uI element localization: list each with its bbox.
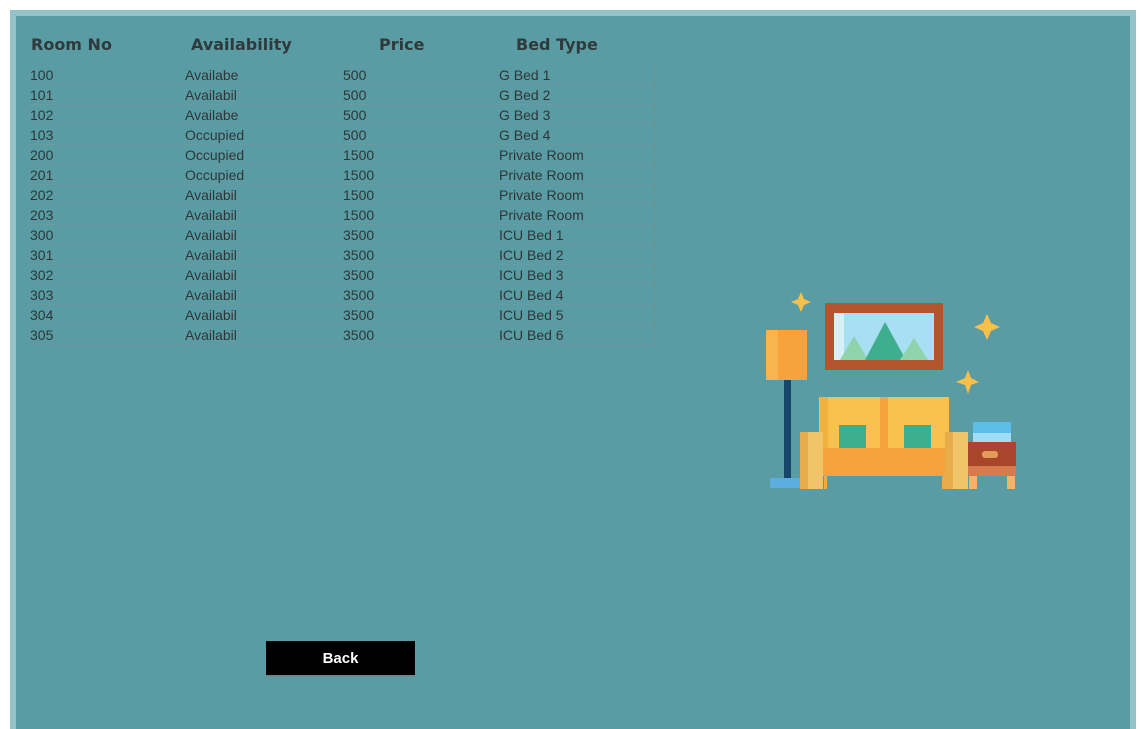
table-row[interactable]: 100 Availabe 500 G Bed 1 — [28, 65, 654, 85]
bed-type-cell: ICU Bed 3 — [499, 267, 564, 283]
availability-cell: Availabe — [185, 67, 239, 83]
table-row[interactable]: 301 Availabil 3500 ICU Bed 2 — [28, 245, 654, 265]
availability-cell: Availabil — [185, 187, 237, 203]
room-no-cell: 300 — [30, 227, 54, 243]
availability-cell: Occupied — [185, 147, 245, 163]
bed-type-cell: ICU Bed 5 — [499, 307, 564, 323]
table-row[interactable]: 305 Availabil 3500 ICU Bed 6 — [28, 325, 654, 345]
table-row[interactable]: 302 Availabil 3500 ICU Bed 3 — [28, 265, 654, 285]
price-cell: 3500 — [343, 227, 375, 243]
room-no-cell: 202 — [30, 187, 54, 203]
living-room-sofa-icon — [760, 288, 1020, 498]
price-cell: 1500 — [343, 207, 375, 223]
header-price: Price — [379, 35, 425, 54]
price-cell: 500 — [343, 87, 367, 103]
availability-cell: Availabe — [185, 107, 239, 123]
availability-cell: Availabil — [185, 227, 237, 243]
availability-cell: Availabil — [185, 87, 237, 103]
price-cell: 3500 — [343, 327, 375, 343]
price-cell: 1500 — [343, 187, 375, 203]
availability-cell: Availabil — [185, 327, 237, 343]
room-no-cell: 302 — [30, 267, 54, 283]
price-cell: 1500 — [343, 167, 375, 183]
room-no-cell: 102 — [30, 107, 54, 123]
bed-type-cell: Private Room — [499, 147, 584, 163]
bed-type-cell: Private Room — [499, 187, 584, 203]
price-cell: 3500 — [343, 247, 375, 263]
price-cell: 1500 — [343, 147, 375, 163]
availability-cell: Availabil — [185, 207, 237, 223]
bed-type-cell: Private Room — [499, 207, 584, 223]
bed-type-cell: ICU Bed 6 — [499, 327, 564, 343]
price-cell: 500 — [343, 107, 367, 123]
availability-cell: Availabil — [185, 287, 237, 303]
room-no-cell: 100 — [30, 67, 54, 83]
room-no-cell: 101 — [30, 87, 54, 103]
bed-type-cell: ICU Bed 4 — [499, 287, 564, 303]
availability-cell: Availabil — [185, 247, 237, 263]
room-no-cell: 200 — [30, 147, 54, 163]
bed-type-cell: ICU Bed 2 — [499, 247, 564, 263]
rooms-table[interactable]: 100 Availabe 500 G Bed 1 101 Availabil 500 G Be… — [28, 65, 655, 345]
availability-cell: Availabil — [185, 307, 237, 323]
table-row[interactable]: 202 Availabil 1500 Private Room — [28, 185, 654, 205]
price-cell: 3500 — [343, 307, 375, 323]
room-no-cell: 305 — [30, 327, 54, 343]
room-no-cell: 203 — [30, 207, 54, 223]
table-row[interactable]: 303 Availabil 3500 ICU Bed 4 — [28, 285, 654, 305]
price-cell: 3500 — [343, 267, 375, 283]
back-button[interactable]: Back — [266, 641, 415, 677]
availability-cell: Occupied — [185, 127, 245, 143]
table-row[interactable]: 300 Availabil 3500 ICU Bed 1 — [28, 225, 654, 245]
room-no-cell: 103 — [30, 127, 54, 143]
availability-cell: Availabil — [185, 267, 237, 283]
header-bed-type: Bed Type — [516, 35, 598, 54]
room-no-cell: 303 — [30, 287, 54, 303]
table-row[interactable]: 102 Availabe 500 G Bed 3 — [28, 105, 654, 125]
bed-type-cell: Private Room — [499, 167, 584, 183]
room-no-cell: 304 — [30, 307, 54, 323]
bed-type-cell: ICU Bed 1 — [499, 227, 564, 243]
table-row[interactable]: 101 Availabil 500 G Bed 2 — [28, 85, 654, 105]
header-availability: Availability — [191, 35, 292, 54]
price-cell: 500 — [343, 67, 367, 83]
table-row[interactable]: 103 Occupied 500 G Bed 4 — [28, 125, 654, 145]
room-no-cell: 301 — [30, 247, 54, 263]
table-row[interactable]: 304 Availabil 3500 ICU Bed 5 — [28, 305, 654, 325]
table-row[interactable]: 200 Occupied 1500 Private Room — [28, 145, 654, 165]
table-row[interactable]: 201 Occupied 1500 Private Room — [28, 165, 654, 185]
availability-cell: Occupied — [185, 167, 245, 183]
price-cell: 3500 — [343, 287, 375, 303]
bed-type-cell: G Bed 4 — [499, 127, 551, 143]
price-cell: 500 — [343, 127, 367, 143]
header-room-no: Room No — [31, 35, 112, 54]
room-no-cell: 201 — [30, 167, 54, 183]
bed-type-cell: G Bed 2 — [499, 87, 551, 103]
bed-type-cell: G Bed 1 — [499, 67, 551, 83]
table-row[interactable]: 203 Availabil 1500 Private Room — [28, 205, 654, 225]
bed-type-cell: G Bed 3 — [499, 107, 551, 123]
